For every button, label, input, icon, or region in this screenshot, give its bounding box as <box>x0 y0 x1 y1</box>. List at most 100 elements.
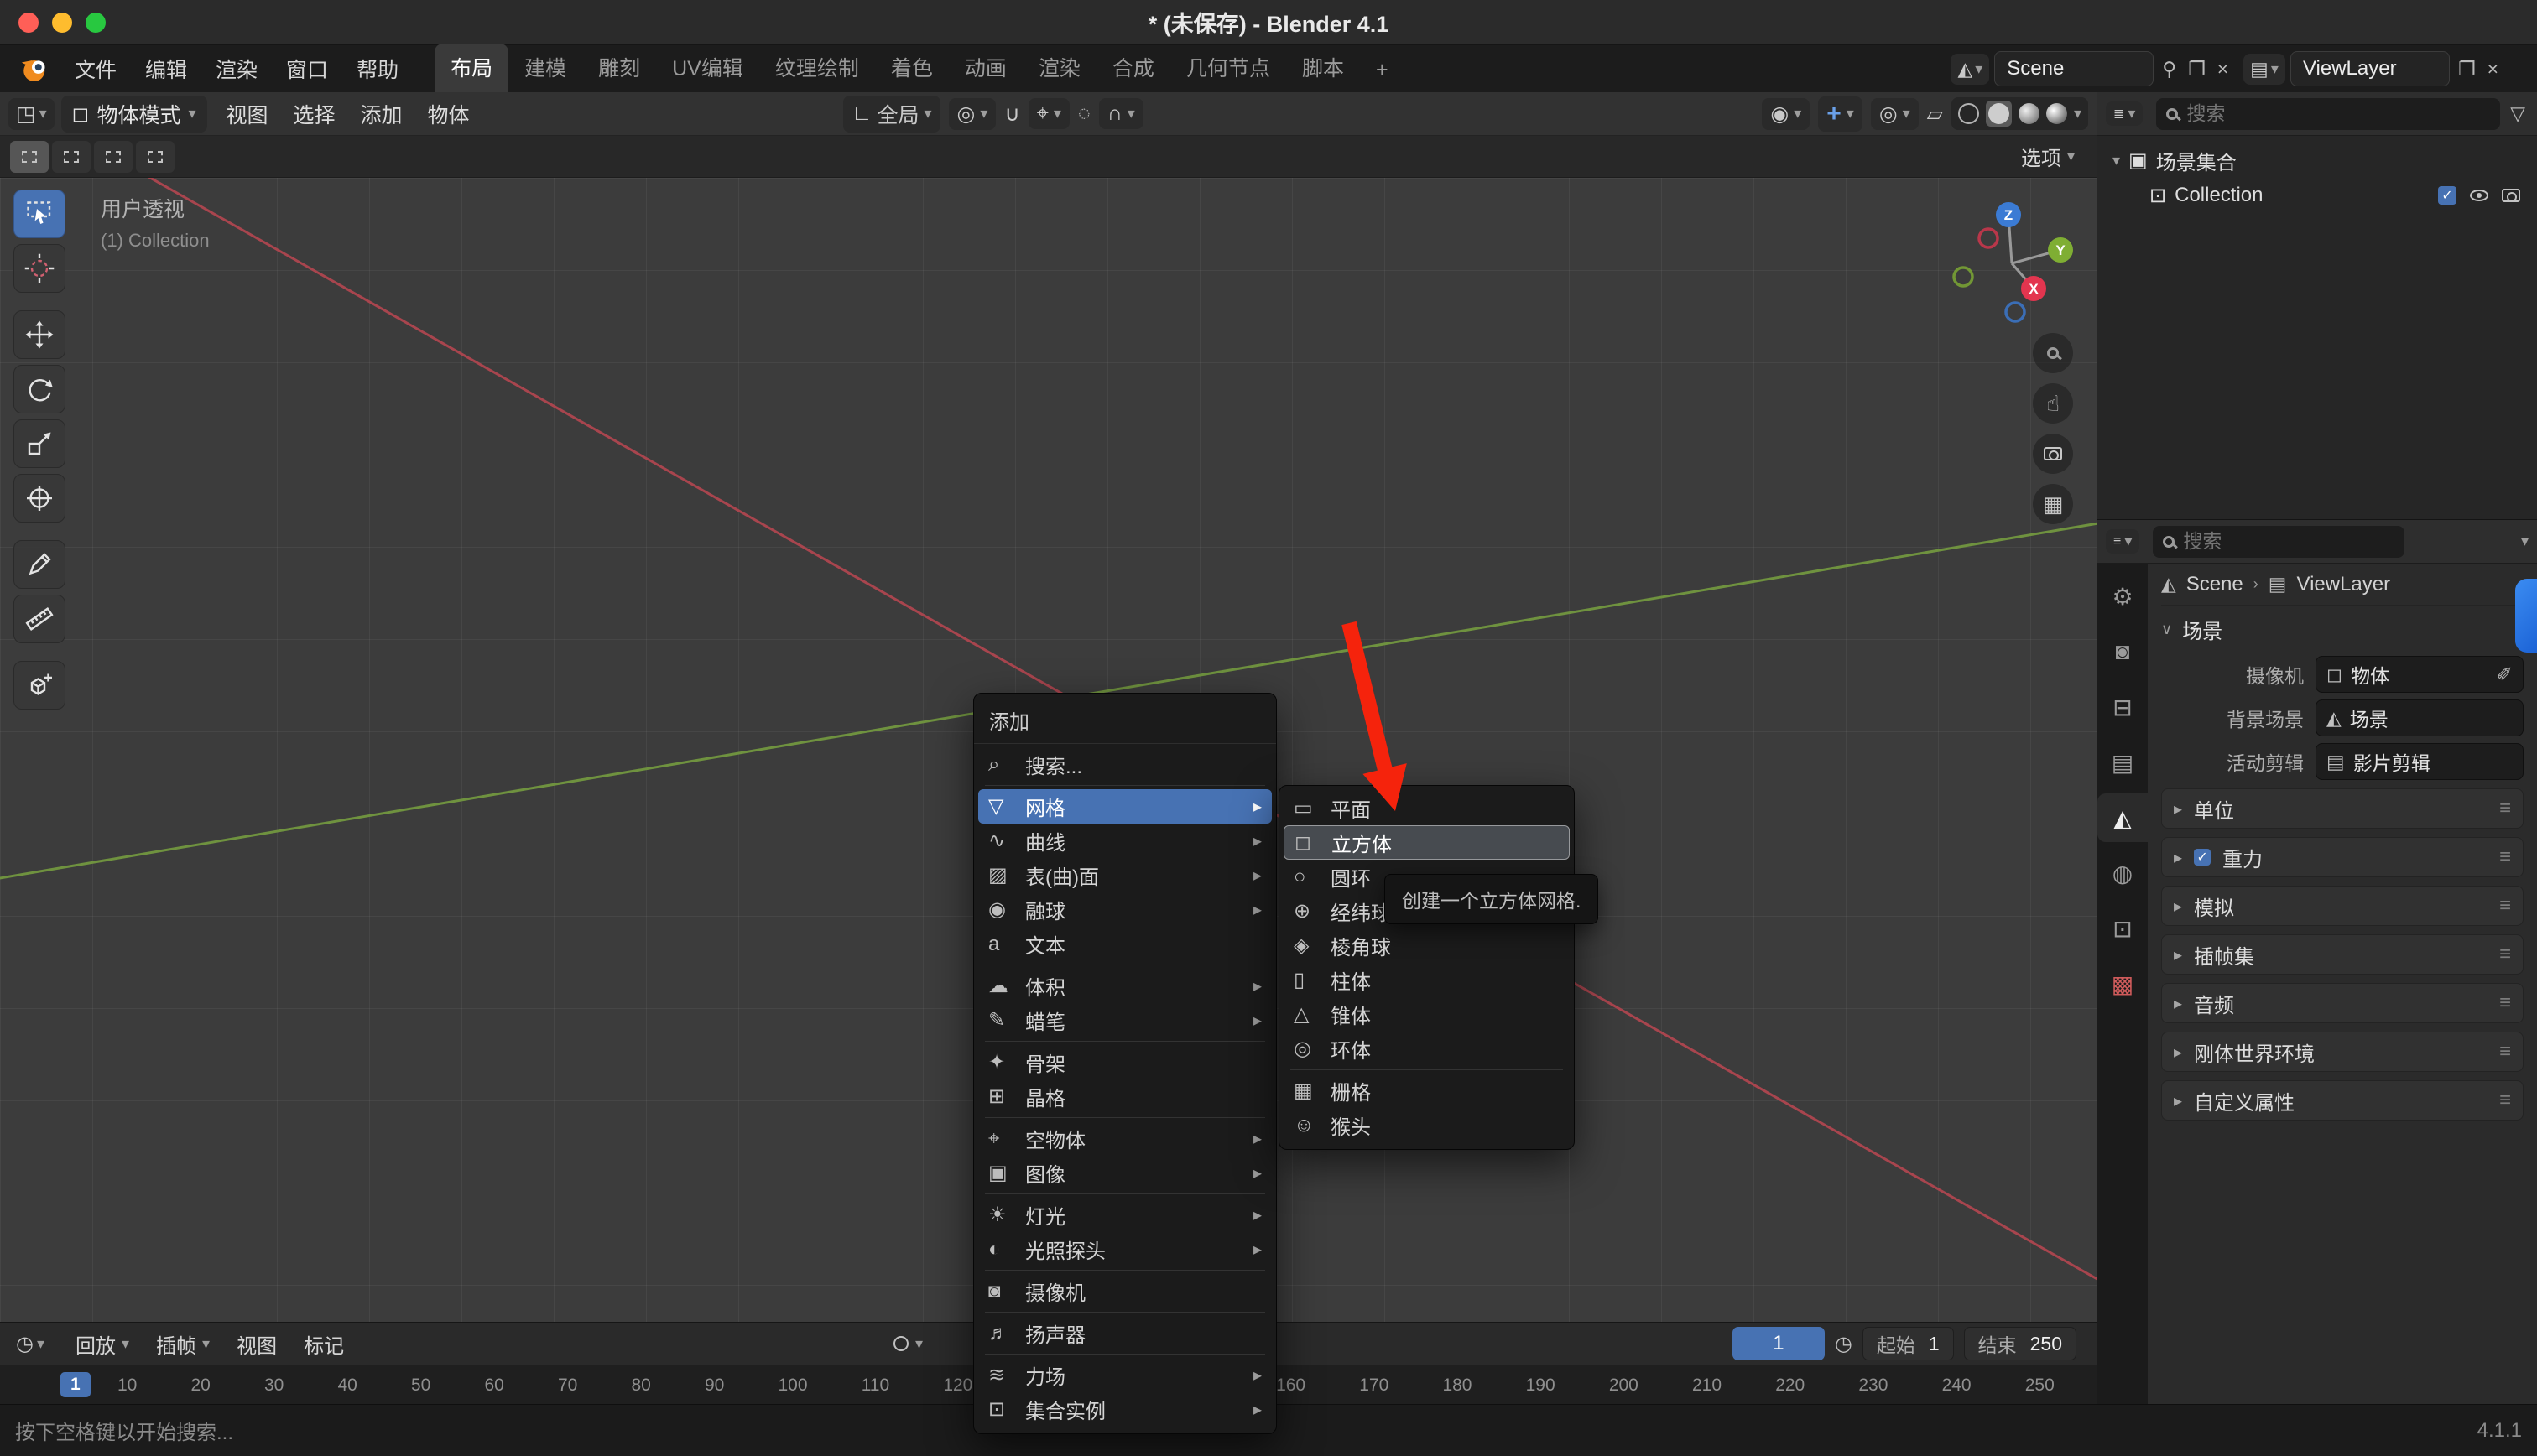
properties-search-input[interactable] <box>2183 530 2394 553</box>
add-menu-item[interactable]: ◉ 融球 ▸ <box>978 892 1272 927</box>
mesh-submenu-item[interactable]: ◈ 棱角球 <box>1284 928 1570 963</box>
rendered-shading-button[interactable] <box>2046 103 2067 124</box>
drag-handle-icon[interactable]: ≡ <box>2499 943 2511 966</box>
add-menu-item[interactable]: ▨ 表(曲)面 ▸ <box>978 858 1272 892</box>
drag-handle-icon[interactable]: ≡ <box>2499 894 2511 918</box>
workspace-tab[interactable]: 着色 <box>875 44 949 92</box>
pan-view-button[interactable]: ☝ <box>2033 383 2073 424</box>
outliner-search-input[interactable] <box>2186 102 2490 125</box>
properties-editor-type-button[interactable]: ≡▾ <box>2106 529 2139 554</box>
orientation-dropdown[interactable]: ∟全局▾ <box>843 96 940 133</box>
xray-toggle[interactable]: ▱ <box>1927 101 1943 127</box>
cursor-tool-button[interactable] <box>13 244 65 293</box>
add-menu-item[interactable]: ◙ 摄像机 ▸ <box>978 1274 1272 1308</box>
current-frame-marker[interactable]: 1 <box>60 1372 91 1397</box>
axis-negative-y-handle[interactable] <box>1954 268 1972 286</box>
scene-browse-button[interactable]: ◭▾ <box>1951 54 1989 85</box>
move-tool-button[interactable] <box>13 310 65 359</box>
mesh-submenu-item[interactable]: ▦ 栅格 <box>1284 1074 1570 1108</box>
add-menu-item[interactable]: a 文本 ▸ <box>978 927 1272 961</box>
select-extend-mode-button[interactable] <box>52 141 91 173</box>
property-section-header[interactable]: ▸ 音频 ≡ <box>2161 983 2524 1023</box>
select-subtract-mode-button[interactable] <box>94 141 133 173</box>
menubar-item[interactable]: 文件 <box>60 49 131 89</box>
workspace-tab[interactable]: UV编辑 <box>656 44 759 92</box>
chevron-down-icon[interactable]: ▾ <box>915 1335 923 1353</box>
property-section-header[interactable]: ▸ 刚体世界环境 ≡ <box>2161 1032 2524 1072</box>
transform-tool-button[interactable] <box>13 474 65 523</box>
add-menu-item[interactable]: ⌕ 搜索... ▸ <box>978 747 1272 782</box>
timeline-editor-type-button[interactable]: ◷▾ <box>8 1329 52 1360</box>
drag-handle-icon[interactable]: ≡ <box>2499 797 2511 820</box>
tool-tab-icon[interactable]: ⚙ <box>2097 572 2148 621</box>
visibility-dropdown[interactable]: ◉▾ <box>1762 98 1810 130</box>
measure-tool-button[interactable] <box>13 595 65 643</box>
workspace-tab[interactable]: 动画 <box>949 44 1023 92</box>
snap-with-dropdown[interactable]: ⌖▾ <box>1029 98 1070 129</box>
disable-in-renders-icon[interactable] <box>2502 189 2520 202</box>
axis-negative-x-handle[interactable] <box>1979 229 1998 247</box>
outliner-editor-type-button[interactable]: ≣▾ <box>2106 101 2143 126</box>
pin-scene-icon[interactable]: ⚲ <box>2159 58 2180 81</box>
collection-tab-icon[interactable]: ⊡ <box>2097 904 2148 953</box>
workspace-tab[interactable]: 建模 <box>508 44 582 92</box>
viewlayer-tab-icon[interactable]: ▤ <box>2097 738 2148 787</box>
select-box-tool-button[interactable] <box>13 190 65 238</box>
workspace-tab[interactable]: 几何节点 <box>1170 44 1286 92</box>
overlays-dropdown[interactable]: ◎▾ <box>1871 98 1919 130</box>
property-section-header[interactable]: ▸ 单位 ≡ <box>2161 788 2524 829</box>
workspace-tab[interactable]: + <box>1360 49 1404 92</box>
gizmo-dropdown[interactable]: +▾ <box>1818 96 1862 132</box>
menubar-item[interactable]: 窗口 <box>272 49 342 89</box>
filter-icon[interactable]: ▽ <box>2507 102 2529 125</box>
toggle-ortho-button[interactable]: ▦ <box>2033 484 2073 524</box>
unlink-scene-button[interactable]: × <box>2214 58 2232 81</box>
drag-handle-icon[interactable]: ≡ <box>2499 991 2511 1015</box>
add-menu-item[interactable]: ◐ 光照探头 ▸ <box>978 1232 1272 1266</box>
add-menu-item[interactable]: ♬ 扬声器 ▸ <box>978 1316 1272 1350</box>
rotate-tool-button[interactable] <box>13 365 65 413</box>
markers-menu[interactable]: 标记 <box>294 1326 354 1362</box>
world-tab-icon[interactable]: ◍ <box>2097 849 2148 897</box>
zoom-view-button[interactable] <box>2033 333 2073 373</box>
scene-tab-icon[interactable]: ◭ <box>2097 793 2148 842</box>
expand-icon[interactable]: ▾ <box>2112 152 2120 169</box>
output-tab-icon[interactable]: ⊟ <box>2097 683 2148 731</box>
camera-view-button[interactable] <box>2033 434 2073 474</box>
scale-tool-button[interactable] <box>13 419 65 468</box>
collection-row[interactable]: ⊡ Collection <box>2102 178 2532 213</box>
options-dropdown[interactable]: 选项▾ <box>2021 142 2086 171</box>
render-tab-icon[interactable]: ◙ <box>2097 627 2148 676</box>
property-field[interactable]: ◻ 物体 ✐ <box>2316 656 2524 693</box>
workspace-tab[interactable]: 纹理绘制 <box>759 44 875 92</box>
frame-start-field[interactable]: 起始1 <box>1862 1327 1954 1360</box>
property-section-header[interactable]: ▸ 自定义属性 ≡ <box>2161 1080 2524 1121</box>
mesh-submenu-item[interactable]: ◎ 环体 <box>1284 1032 1570 1066</box>
add-menu-item[interactable]: ▣ 图像 ▸ <box>978 1156 1272 1190</box>
mesh-submenu-item[interactable]: △ 锥体 <box>1284 997 1570 1032</box>
add-menu-item[interactable]: ⌖ 空物体 ▸ <box>978 1121 1272 1156</box>
select-intersect-mode-button[interactable] <box>136 141 175 173</box>
mode-dropdown[interactable]: ◻物体模式▾ <box>61 96 207 133</box>
axis-negative-z-handle[interactable] <box>2006 303 2024 321</box>
outliner-search[interactable] <box>2156 98 2500 130</box>
solid-shading-button[interactable] <box>1986 101 2012 127</box>
texture-tab-icon[interactable]: ▩ <box>2097 959 2148 1008</box>
add-menu-item[interactable]: ☁ 体积 ▸ <box>978 969 1272 1003</box>
remove-viewlayer-button[interactable]: × <box>2484 58 2502 81</box>
viewport-menu-item[interactable]: 添加 <box>348 95 415 133</box>
editor-type-button[interactable]: ◳▾ <box>8 98 55 130</box>
select-set-mode-button[interactable] <box>10 141 49 173</box>
workspace-tab[interactable]: 渲染 <box>1023 44 1097 92</box>
add-menu-item[interactable]: ⊡ 集合实例 ▸ <box>978 1392 1272 1427</box>
exclude-checkbox[interactable] <box>2438 186 2456 205</box>
blender-logo-icon[interactable] <box>18 52 52 86</box>
pivot-dropdown[interactable]: ◎▾ <box>949 98 997 130</box>
workspace-tab[interactable]: 合成 <box>1097 44 1170 92</box>
property-section-header[interactable]: ▸ 模拟 ≡ <box>2161 886 2524 926</box>
mesh-submenu-item[interactable]: ▯ 柱体 <box>1284 963 1570 997</box>
dock-app-icon[interactable] <box>2515 579 2537 653</box>
add-menu-item[interactable]: ▽ 网格 ▸ <box>978 789 1272 824</box>
add-menu-item[interactable]: ⊞ 晶格 ▸ <box>978 1079 1272 1114</box>
add-menu-item[interactable]: ≋ 力场 ▸ <box>978 1358 1272 1392</box>
